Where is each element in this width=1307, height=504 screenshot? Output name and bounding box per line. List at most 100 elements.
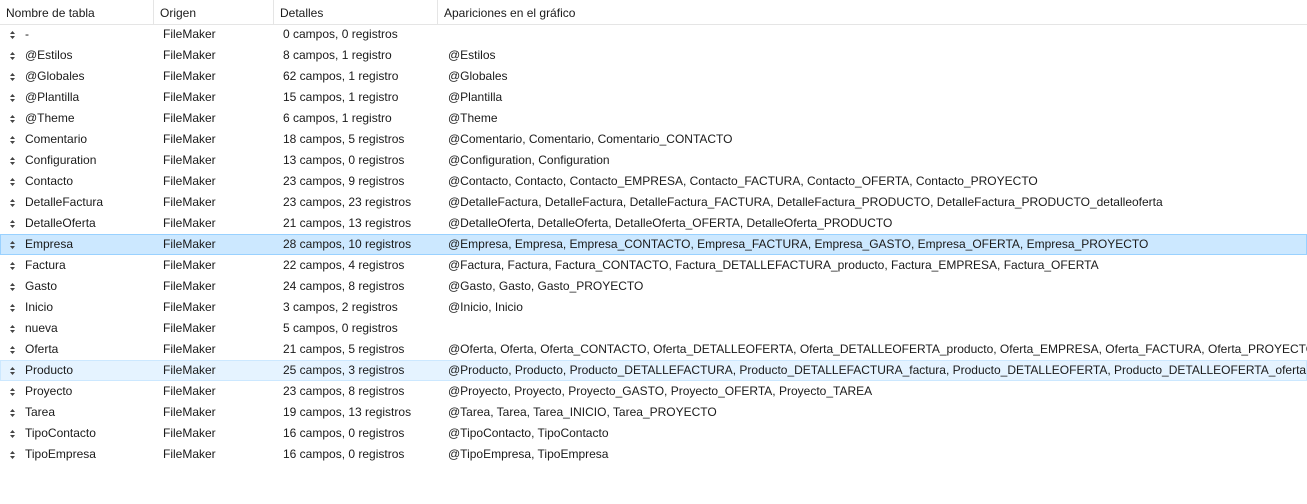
table-origin: FileMaker [163,132,216,146]
table-appearances: @Contacto, Contacto, Contacto_EMPRESA, C… [448,174,1038,188]
table-name: TipoEmpresa [25,447,96,461]
drag-handle-icon[interactable] [10,445,18,464]
table-name: - [25,27,29,41]
column-header: Nombre de tabla Origen Detalles Aparicio… [0,0,1307,25]
table-name: DetalleOferta [25,216,96,230]
table-origin: FileMaker [163,279,216,293]
drag-handle-icon[interactable] [10,382,18,401]
table-origin: FileMaker [163,384,216,398]
table-row[interactable]: @Theme FileMaker 6 campos, 1 registro @Them… [0,108,1307,129]
table-origin: FileMaker [163,174,216,188]
drag-handle-icon[interactable] [10,319,18,338]
table-origin: FileMaker [163,426,216,440]
up-down-arrows-icon [10,388,15,396]
table-row[interactable]: Empresa FileMaker 28 campos, 10 registros @… [0,234,1307,255]
table-appearances: @Comentario, Comentario, Comentario_CONT… [448,132,733,146]
up-down-arrows-icon [10,136,15,144]
drag-handle-icon[interactable] [10,403,18,422]
table-details: 3 campos, 2 registros [283,300,398,314]
up-down-arrows-icon [10,31,15,39]
table-row[interactable]: Contacto FileMaker 23 campos, 9 registros @… [0,171,1307,192]
table-details: 13 campos, 0 registros [283,153,405,167]
table-origin: FileMaker [163,153,216,167]
table-row[interactable]: - FileMaker 0 campos, 0 registros [0,24,1307,45]
table-row[interactable]: Gasto FileMaker 24 campos, 8 registros @Gas… [0,276,1307,297]
table-details: 6 campos, 1 registro [283,111,392,125]
table-row[interactable]: Oferta FileMaker 21 campos, 5 registros @Of… [0,339,1307,360]
table-appearances: @Estilos [448,48,496,62]
table-row[interactable]: nueva FileMaker 5 campos, 0 registros [0,318,1307,339]
up-down-arrows-icon [10,346,15,354]
column-header-appearances[interactable]: Apariciones en el gráfico [438,0,1307,25]
table-row[interactable]: Producto FileMaker 25 campos, 3 registros @… [0,360,1307,381]
table-row[interactable]: DetalleOferta FileMaker 21 campos, 13 regi… [0,213,1307,234]
table-details: 8 campos, 1 registro [283,48,392,62]
table-appearances: @Oferta, Oferta, Oferta_CONTACTO, Oferta… [448,342,1307,356]
table-origin: FileMaker [163,342,216,356]
drag-handle-icon[interactable] [10,298,18,317]
table-appearances: @Gasto, Gasto, Gasto_PROYECTO [448,279,644,293]
up-down-arrows-icon [10,73,15,81]
table-appearances: @Globales [448,69,508,83]
drag-handle-icon[interactable] [10,109,18,128]
up-down-arrows-icon [10,220,15,228]
table-row[interactable]: @Estilos FileMaker 8 campos, 1 registro @Es… [0,45,1307,66]
table-row[interactable]: Comentario FileMaker 18 campos, 5 registro… [0,129,1307,150]
table-appearances: @Proyecto, Proyecto, Proyecto_GASTO, Pro… [448,384,873,398]
table-row[interactable]: Configuration FileMaker 13 campos, 0 regis… [0,150,1307,171]
table-appearances: @TipoContacto, TipoContacto [448,426,609,440]
table-appearances: @Empresa, Empresa, Empresa_CONTACTO, Emp… [448,237,1149,251]
column-header-details[interactable]: Detalles [274,0,438,25]
table-origin: FileMaker [163,195,216,209]
table-row[interactable]: Tarea FileMaker 19 campos, 13 registros @Ta… [0,402,1307,423]
table-origin: FileMaker [163,321,216,335]
up-down-arrows-icon [10,325,15,333]
drag-handle-icon[interactable] [10,130,18,149]
drag-handle-icon[interactable] [10,172,18,191]
up-down-arrows-icon [10,115,15,123]
up-down-arrows-icon [10,430,15,438]
drag-handle-icon[interactable] [10,340,18,359]
drag-handle-icon[interactable] [10,67,18,86]
table-row[interactable]: TipoEmpresa FileMaker 16 campos, 0 registr… [0,444,1307,465]
table-name: nueva [25,321,58,335]
table-appearances: @Inicio, Inicio [448,300,523,314]
drag-handle-icon[interactable] [10,256,18,275]
drag-handle-icon[interactable] [10,235,18,254]
table-details: 22 campos, 4 registros [283,258,405,272]
drag-handle-icon[interactable] [10,361,18,380]
table-rows: - FileMaker 0 campos, 0 registros @Estilos F… [0,24,1307,465]
column-header-origin[interactable]: Origen [154,0,274,25]
drag-handle-icon[interactable] [10,214,18,233]
table-appearances: @DetalleOferta, DetalleOferta, DetalleOf… [448,216,893,230]
drag-handle-icon[interactable] [10,25,18,44]
drag-handle-icon[interactable] [10,151,18,170]
table-row[interactable]: Factura FileMaker 22 campos, 4 registros @F… [0,255,1307,276]
table-row[interactable]: DetalleFactura FileMaker 23 campos, 23 reg… [0,192,1307,213]
table-row[interactable]: Proyecto FileMaker 23 campos, 8 registros @… [0,381,1307,402]
table-row[interactable]: TipoContacto FileMaker 16 campos, 0 regist… [0,423,1307,444]
drag-handle-icon[interactable] [10,46,18,65]
table-details: 15 campos, 1 registro [283,90,399,104]
up-down-arrows-icon [10,367,15,375]
tables-list: Nombre de tabla Origen Detalles Aparicio… [0,0,1307,504]
table-appearances: @TipoEmpresa, TipoEmpresa [448,447,609,461]
drag-handle-icon[interactable] [10,88,18,107]
up-down-arrows-icon [10,199,15,207]
table-row[interactable]: @Plantilla FileMaker 15 campos, 1 registro… [0,87,1307,108]
table-name: @Theme [25,111,75,125]
drag-handle-icon[interactable] [10,424,18,443]
table-name: @Globales [25,69,85,83]
table-row[interactable]: @Globales FileMaker 62 campos, 1 registro @… [0,66,1307,87]
column-header-name[interactable]: Nombre de tabla [0,0,154,25]
drag-handle-icon[interactable] [10,277,18,296]
up-down-arrows-icon [10,262,15,270]
table-name: DetalleFactura [25,195,104,209]
table-appearances: @Tarea, Tarea, Tarea_INICIO, Tarea_PROYE… [448,405,717,419]
drag-handle-icon[interactable] [10,193,18,212]
table-name: TipoContacto [25,426,96,440]
table-row[interactable]: Inicio FileMaker 3 campos, 2 registros @Ini… [0,297,1307,318]
up-down-arrows-icon [10,304,15,312]
table-origin: FileMaker [163,90,216,104]
up-down-arrows-icon [10,178,15,186]
